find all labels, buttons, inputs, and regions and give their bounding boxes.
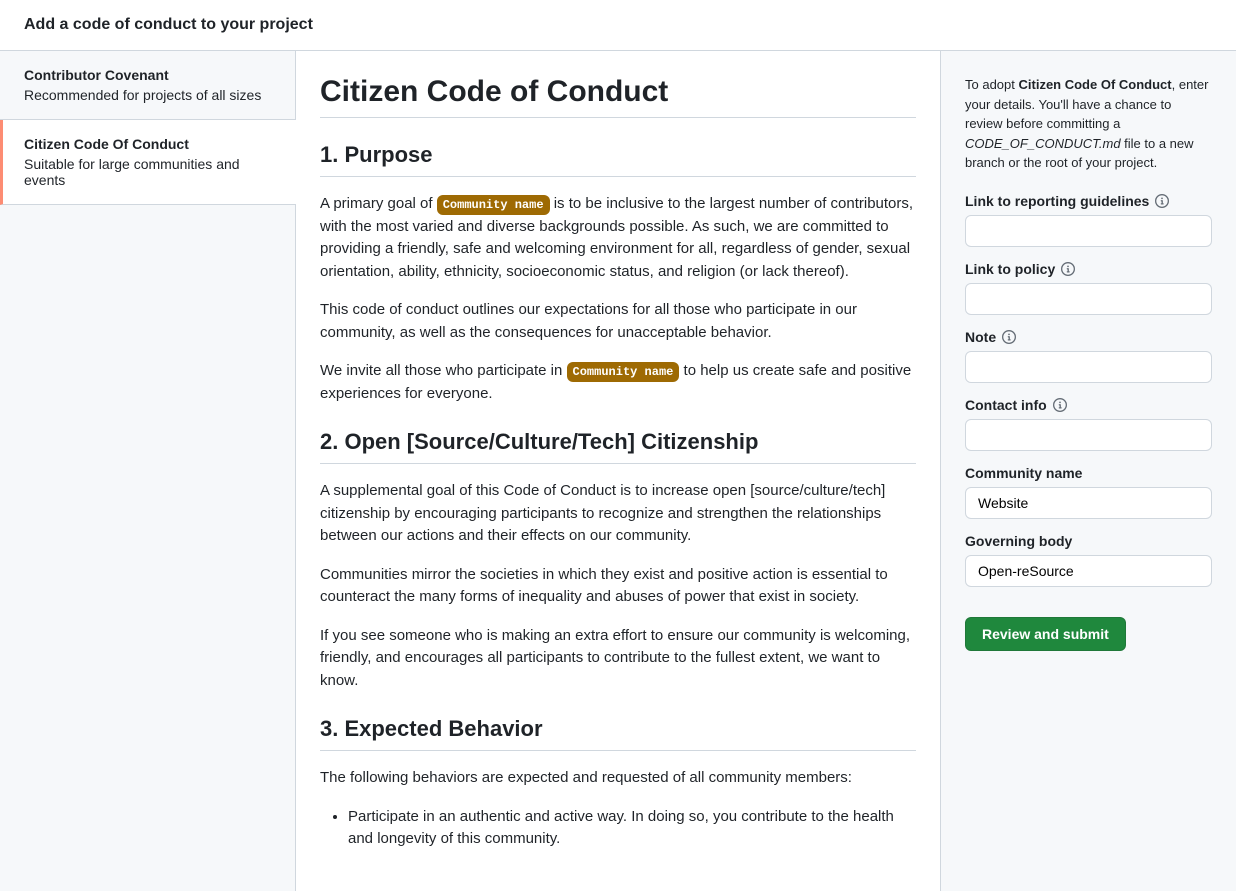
- sidebar-item-title: Contributor Covenant: [24, 67, 271, 83]
- sidebar-item-title: Citizen Code Of Conduct: [24, 136, 272, 152]
- sidebar: Contributor Covenant Recommended for pro…: [0, 51, 296, 891]
- sidebar-item-desc: Suitable for large communities and event…: [24, 156, 272, 188]
- form-group-governing: Governing body: [965, 533, 1212, 587]
- paragraph: We invite all those who participate in C…: [320, 360, 916, 405]
- label-reporting: Link to reporting guidelines: [965, 193, 1212, 209]
- list: Participate in an authentic and active w…: [320, 806, 916, 851]
- placeholder-community-name: Community name: [567, 362, 680, 382]
- heading-expected: 3. Expected Behavior: [320, 716, 916, 751]
- review-submit-button[interactable]: Review and submit: [965, 617, 1126, 651]
- list-item: Participate in an authentic and active w…: [348, 806, 916, 851]
- input-contact[interactable]: [965, 419, 1212, 451]
- document-preview: Citizen Code of Conduct 1. Purpose A pri…: [296, 51, 940, 891]
- info-icon[interactable]: [1155, 194, 1169, 208]
- page-title: Add a code of conduct to your project: [0, 0, 1236, 50]
- input-note[interactable]: [965, 351, 1212, 383]
- sidebar-item-citizen-coc[interactable]: Citizen Code Of Conduct Suitable for lar…: [0, 120, 296, 205]
- form-intro: To adopt Citizen Code Of Conduct, enter …: [965, 75, 1212, 173]
- sidebar-item-contributor-covenant[interactable]: Contributor Covenant Recommended for pro…: [0, 51, 295, 120]
- form-group-contact: Contact info: [965, 397, 1212, 451]
- paragraph: A primary goal of Community name is to b…: [320, 193, 916, 283]
- paragraph: Communities mirror the societies in whic…: [320, 564, 916, 609]
- form-group-note: Note: [965, 329, 1212, 383]
- form-panel: To adopt Citizen Code Of Conduct, enter …: [940, 51, 1236, 891]
- layout: Contributor Covenant Recommended for pro…: [0, 50, 1236, 891]
- input-reporting[interactable]: [965, 215, 1212, 247]
- info-icon[interactable]: [1053, 398, 1067, 412]
- paragraph: This code of conduct outlines our expect…: [320, 299, 916, 344]
- paragraph: A supplemental goal of this Code of Cond…: [320, 480, 916, 548]
- paragraph: If you see someone who is making an extr…: [320, 625, 916, 693]
- info-icon[interactable]: [1061, 262, 1075, 276]
- label-governing: Governing body: [965, 533, 1212, 549]
- label-community: Community name: [965, 465, 1212, 481]
- input-governing[interactable]: [965, 555, 1212, 587]
- paragraph: The following behaviors are expected and…: [320, 767, 916, 790]
- sidebar-item-desc: Recommended for projects of all sizes: [24, 87, 271, 103]
- placeholder-community-name: Community name: [437, 195, 550, 215]
- form-group-community: Community name: [965, 465, 1212, 519]
- label-note: Note: [965, 329, 1212, 345]
- label-contact: Contact info: [965, 397, 1212, 413]
- form-group-policy: Link to policy: [965, 261, 1212, 315]
- info-icon[interactable]: [1002, 330, 1016, 344]
- doc-title: Citizen Code of Conduct: [320, 75, 916, 118]
- input-community[interactable]: [965, 487, 1212, 519]
- heading-citizenship: 2. Open [Source/Culture/Tech] Citizenshi…: [320, 429, 916, 464]
- label-policy: Link to policy: [965, 261, 1212, 277]
- input-policy[interactable]: [965, 283, 1212, 315]
- form-group-reporting: Link to reporting guidelines: [965, 193, 1212, 247]
- heading-purpose: 1. Purpose: [320, 142, 916, 177]
